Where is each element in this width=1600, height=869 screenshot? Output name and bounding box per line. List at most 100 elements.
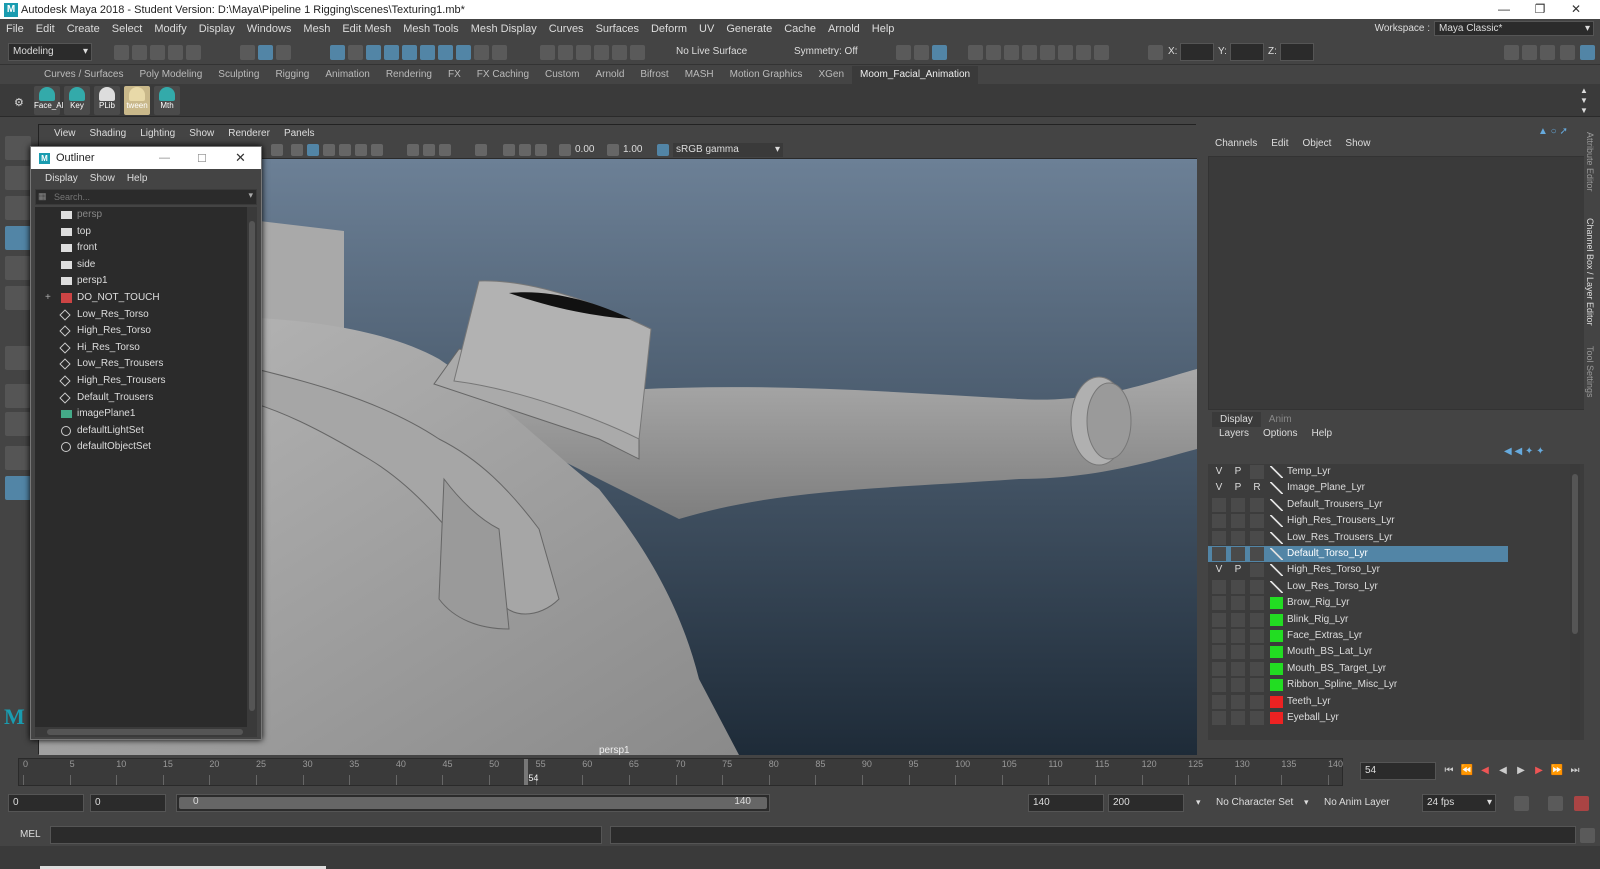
layer-visibility-toggle[interactable]: V	[1212, 481, 1226, 495]
redo-icon[interactable]	[186, 45, 201, 60]
current-frame-field[interactable]: 54	[1360, 762, 1436, 780]
render-settings-icon[interactable]	[986, 45, 1001, 60]
transform-mode-icon[interactable]	[1148, 45, 1163, 60]
shelf-tab-rendering[interactable]: Rendering	[378, 66, 440, 84]
menu-deform[interactable]: Deform	[645, 23, 693, 35]
animation-end-field[interactable]: 200	[1108, 794, 1184, 812]
layer-playback-toggle[interactable]	[1231, 497, 1245, 512]
viewport-menu-renderer[interactable]: Renderer	[221, 128, 277, 139]
soft-select-icon[interactable]	[576, 45, 591, 60]
layer-reference-toggle[interactable]	[1250, 694, 1264, 709]
magnet-icon[interactable]	[612, 45, 627, 60]
layer-visibility-toggle[interactable]	[1212, 629, 1226, 643]
ipr-render-icon[interactable]	[932, 45, 947, 60]
layer-playback-toggle[interactable]	[1231, 612, 1245, 627]
snap-view-plane-icon[interactable]	[384, 45, 399, 60]
layer-reference-toggle[interactable]	[1250, 645, 1264, 660]
layer-reference-toggle[interactable]	[1250, 579, 1264, 594]
channel-box-menu-object[interactable]: Object	[1296, 138, 1339, 149]
scrollbar-thumb[interactable]	[1572, 474, 1578, 634]
colorspace-dropdown[interactable]: sRGB gamma ▾	[673, 143, 783, 157]
outliner-item[interactable]: defaultLightSet	[35, 423, 247, 439]
shadows-icon[interactable]	[371, 144, 383, 156]
shelf-tab-fx[interactable]: FX	[440, 66, 469, 84]
go-to-end-icon[interactable]: ⏭	[1568, 764, 1582, 778]
layer-row[interactable]: Brow_Rig_Lyr	[1208, 595, 1508, 611]
step-forward-frame-icon[interactable]: ▶	[1532, 764, 1546, 778]
outliner-menu-help[interactable]: Help	[121, 173, 154, 184]
snap-face-icon[interactable]	[438, 45, 453, 60]
layer-reference-toggle[interactable]	[1250, 661, 1264, 676]
layer-playback-toggle[interactable]	[1231, 530, 1245, 545]
channel-box-menu-edit[interactable]: Edit	[1264, 138, 1295, 149]
layer-playback-toggle[interactable]	[1231, 629, 1245, 643]
persp-outliner-layout-icon[interactable]	[5, 446, 31, 470]
layer-row[interactable]: Teeth_Lyr	[1208, 694, 1508, 710]
layer-playback-toggle[interactable]	[1231, 711, 1245, 725]
shelf-button-face-al[interactable]: Face_Al	[34, 86, 63, 115]
go-to-start-icon[interactable]: ⏮	[1442, 764, 1456, 778]
layer-color-swatch[interactable]	[1270, 695, 1283, 708]
wireframe-on-shaded-icon[interactable]	[323, 144, 335, 156]
layer-reference-toggle[interactable]	[1250, 530, 1264, 545]
layer-reference-toggle[interactable]	[1250, 612, 1264, 627]
layer-visibility-toggle[interactable]	[1212, 711, 1226, 725]
range-handle[interactable]: 0 140	[179, 796, 767, 809]
select-hierarchy-icon[interactable]	[240, 45, 255, 60]
snap-point-icon[interactable]	[366, 45, 381, 60]
outliner-menu-display[interactable]: Display	[39, 173, 84, 184]
scrollbar-thumb[interactable]	[249, 221, 255, 711]
outliner-layout-icon[interactable]	[5, 476, 31, 500]
layer-row[interactable]: V P Temp_Lyr	[1208, 464, 1508, 480]
shelf-scroll-icon[interactable]: ▲ ▼ ▼	[1580, 86, 1588, 116]
layer-row[interactable]: High_Res_Trousers_Lyr	[1208, 513, 1508, 529]
paint-select-icon[interactable]	[558, 45, 573, 60]
layer-reference-toggle[interactable]	[1250, 596, 1264, 611]
layer-visibility-toggle[interactable]: V	[1212, 563, 1226, 577]
layer-row[interactable]: Blink_Rig_Lyr	[1208, 612, 1508, 628]
outliner-vertical-scrollbar[interactable]	[247, 207, 257, 727]
undo-icon[interactable]	[168, 45, 183, 60]
menu-uv[interactable]: UV	[693, 23, 720, 35]
layer-row[interactable]: Mouth_BS_Lat_Lyr	[1208, 644, 1508, 660]
layer-playback-toggle[interactable]: P	[1231, 563, 1245, 577]
step-forward-key-icon[interactable]: ⏩	[1550, 764, 1564, 778]
toggle-tool-settings-icon[interactable]	[1522, 45, 1537, 60]
channel-box-menu-show[interactable]: Show	[1338, 138, 1377, 149]
outliner-item[interactable]: defaultObjectSet	[35, 439, 247, 455]
shelf-tab-bifrost[interactable]: Bifrost	[632, 66, 676, 84]
shelf-tab-fx-caching[interactable]: FX Caching	[469, 66, 537, 84]
layer-playback-toggle[interactable]	[1231, 678, 1245, 693]
save-scene-icon[interactable]	[150, 45, 165, 60]
menu-help[interactable]: Help	[866, 23, 901, 35]
playback-start-field[interactable]: 0	[90, 794, 166, 812]
select-component-icon[interactable]	[276, 45, 291, 60]
outliner-item[interactable]: side	[35, 257, 247, 273]
viewport-menu-show[interactable]: Show	[182, 128, 221, 139]
last-tool-icon[interactable]	[5, 346, 31, 370]
textured-icon[interactable]	[339, 144, 351, 156]
pause-icon[interactable]	[1094, 45, 1109, 60]
menu-edit-mesh[interactable]: Edit Mesh	[336, 23, 397, 35]
shelf-button-tween[interactable]: tween	[124, 86, 150, 115]
time-ruler[interactable]: 0 5 10 15 20 25 30 35 40 45 50 55 60 65 70 75 80 85 90 95 10…	[18, 758, 1343, 786]
layer-buttons-icons[interactable]: ◀ ◀ ✦ ✦	[1504, 446, 1544, 457]
layer-color-swatch[interactable]	[1270, 712, 1283, 724]
layer-visibility-toggle[interactable]	[1212, 678, 1226, 693]
menu-file[interactable]: File	[0, 23, 30, 35]
resolution-gate-icon[interactable]	[475, 144, 487, 156]
render-region-icon[interactable]	[896, 45, 911, 60]
command-input[interactable]	[50, 826, 602, 844]
layer-color-swatch[interactable]	[1270, 679, 1283, 692]
layer-color-swatch[interactable]	[1270, 613, 1283, 626]
arnold-render-icon[interactable]	[1058, 45, 1073, 60]
layer-color-swatch[interactable]	[1270, 580, 1283, 593]
outliner-search-input[interactable]	[54, 191, 234, 203]
layer-visibility-toggle[interactable]: V	[1212, 465, 1226, 479]
play-backward-icon[interactable]: ◀	[1496, 764, 1510, 778]
layer-visibility-toggle[interactable]	[1212, 547, 1226, 561]
tab-display-layers[interactable]: Display	[1212, 412, 1261, 427]
layer-row[interactable]: Low_Res_Trousers_Lyr	[1208, 530, 1508, 546]
layer-row[interactable]: Eyeball_Lyr	[1208, 710, 1508, 726]
menu-arnold[interactable]: Arnold	[822, 23, 866, 35]
